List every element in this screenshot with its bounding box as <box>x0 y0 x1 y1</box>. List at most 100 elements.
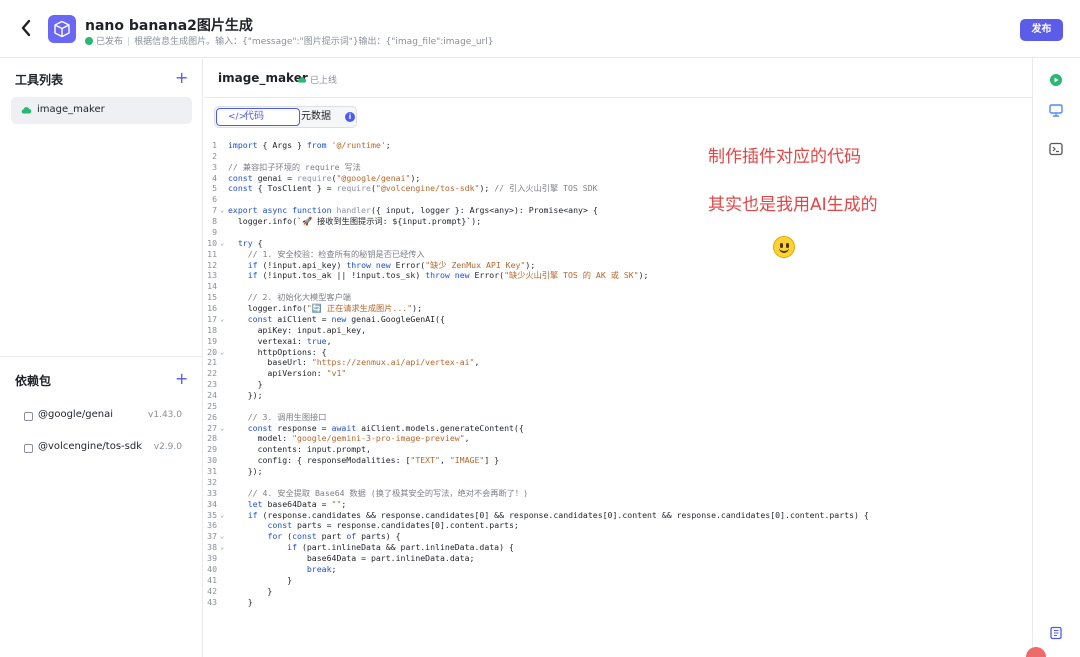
code-text: let base64Data = ""; <box>247 498 347 509</box>
code-text: const { TosClient } = require("@volcengi… <box>228 183 598 194</box>
code-line: 26 // 3. 调用生图接口 <box>204 412 1032 423</box>
line-number: 1 <box>212 140 217 150</box>
code-text: } <box>228 585 273 596</box>
code-text: if (part.inlineData && part.inlineData.d… <box>287 542 514 553</box>
code-line: 39 base64Data = part.inlineData.data; <box>204 553 1032 564</box>
tool-name: image_maker <box>218 71 308 85</box>
code-line: 5 const { TosClient } = require("@volceng… <box>204 183 1032 194</box>
line-number: 8 <box>212 216 217 227</box>
code-line: 3 // 兼容扣子环境的 require 写法 <box>204 162 1032 173</box>
code-line: 41 } <box>204 575 1032 586</box>
code-text: break; <box>306 563 337 574</box>
code-text: // 4. 安全提取 Base64 数据 (换了极其安全的写法，绝对不会再断了！… <box>247 487 529 498</box>
tab-code[interactable]: </> 代码 <box>216 108 300 126</box>
code-text: apiKey: input.api_key, <box>228 324 367 335</box>
line-number: 17 <box>207 313 217 324</box>
code-line: 40 break; <box>204 564 1032 575</box>
code-text: const genai = require("@google/genai"); <box>228 172 421 183</box>
code-text: // 兼容扣子环境的 require 写法 <box>228 161 361 172</box>
code-line: 43 } <box>204 597 1032 608</box>
info-icon[interactable]: i <box>345 112 355 122</box>
add-tool-icon[interactable]: + <box>175 70 188 86</box>
line-number: 39 <box>207 553 217 564</box>
code-line: 7 ⌄ export async function handler({ input,… <box>204 205 1032 216</box>
line-number: 18 <box>207 324 217 335</box>
code-text: export async function handler({ input, l… <box>228 205 598 216</box>
fold-icon[interactable]: ⌄ <box>220 314 224 325</box>
code-line: 36 const parts = response.candidates[0].… <box>204 520 1032 531</box>
fold-icon[interactable]: ⌄ <box>220 205 224 216</box>
app-description: 根据信息生成图片。输入：{"message":"图片提示词"}输出：{"imag… <box>134 37 494 47</box>
line-number: 14 <box>207 281 217 292</box>
code-line: 25 <box>204 401 1032 412</box>
code-text: logger.info(`🚀 接收到生图提示词: ${input.prompt}… <box>228 216 482 227</box>
code-editor[interactable]: 1 import { Args } from '@/runtime'; 2 3 // 兼… <box>204 138 1032 657</box>
line-number: 11 <box>207 248 217 259</box>
line-number: 35 <box>207 509 217 520</box>
book-icon[interactable] <box>1049 626 1063 640</box>
cloud-icon <box>21 107 32 114</box>
annotation-note: 其实也是我用AI生成的 <box>708 195 878 215</box>
monitor-icon[interactable] <box>1049 103 1063 117</box>
fold-icon[interactable]: ⌄ <box>220 238 224 249</box>
line-number: 4 <box>212 172 217 183</box>
fold-icon[interactable]: ⌄ <box>220 423 224 434</box>
code-text: if (!input.tos_ak || !input.tos_sk) thro… <box>247 270 649 281</box>
code-line: 2 <box>204 151 1032 162</box>
code-line: 17 ⌄ const aiClient = new genai.GoogleGen… <box>204 314 1032 325</box>
debug-icon[interactable] <box>1049 73 1063 87</box>
line-number: 21 <box>207 357 217 368</box>
line-number: 28 <box>207 433 217 444</box>
code-text: // 3. 调用生图接口 <box>247 411 327 422</box>
cube-icon <box>48 15 76 43</box>
right-rail <box>1032 58 1080 657</box>
terminal-icon[interactable] <box>1049 142 1063 156</box>
code-line: 19 vertexai: true, <box>204 336 1032 347</box>
code-line: 22 apiVersion: "v1" <box>204 368 1032 379</box>
line-number: 7 <box>212 205 217 216</box>
code-text: contents: input.prompt, <box>228 444 371 455</box>
fold-icon[interactable]: ⌄ <box>220 542 224 553</box>
code-text: }); <box>228 466 263 477</box>
code-text: const aiClient = new genai.GoogleGenAI({ <box>247 313 445 324</box>
code-text: model: "google/gemini-3-pro-image-previe… <box>228 433 470 444</box>
code-line: 32 <box>204 477 1032 488</box>
line-number: 43 <box>207 596 217 607</box>
code-line: 13 if (!input.tos_ak || !input.tos_sk) t… <box>204 270 1032 281</box>
line-number: 23 <box>207 379 217 390</box>
code-line: 37 ⌄ for (const part of parts) { <box>204 531 1032 542</box>
dependency-item[interactable]: @google/genai v1.43.0 <box>24 409 194 425</box>
fold-icon[interactable]: ⌄ <box>220 531 224 542</box>
code-text: const parts = response.candidates[0].con… <box>267 520 519 531</box>
editor-header: image_maker 已上线 <box>204 58 1032 98</box>
sidebar-item-image-maker[interactable]: image_maker <box>11 97 192 124</box>
code-line: 8 logger.info(`🚀 接收到生图提示词: ${input.promp… <box>204 216 1032 227</box>
dependency-item[interactable]: @volcengine/tos-sdk v2.9.0 <box>24 441 194 457</box>
top-header: nano banana2图片生成 已发布 | 根据信息生成图片。输入：{"messa… <box>0 0 1080 58</box>
cloud-icon <box>297 77 307 83</box>
line-number: 38 <box>207 542 217 553</box>
fold-icon[interactable]: ⌄ <box>220 510 224 521</box>
check-circle-icon <box>85 37 93 45</box>
line-number: 12 <box>207 259 217 270</box>
code-line: 6 <box>204 194 1032 205</box>
publish-button[interactable]: 发布 <box>1020 19 1063 41</box>
code-text: try { <box>237 237 263 248</box>
chevron-left-icon[interactable] <box>20 19 38 39</box>
add-dependency-icon[interactable]: + <box>175 371 188 387</box>
code-line: 10 ⌄ try { <box>204 238 1032 249</box>
package-icon <box>24 412 33 421</box>
code-line: 38 ⌄ if (part.inlineData && part.inlineDa… <box>204 542 1032 553</box>
line-number: 40 <box>207 563 217 574</box>
line-number: 42 <box>207 585 217 596</box>
line-number: 19 <box>207 335 217 346</box>
tools-heading: 工具列表 <box>15 73 64 87</box>
line-number: 15 <box>207 292 217 303</box>
code-line: 11 // 1. 安全校验：检查所有的秘钥是否已经传入 <box>204 249 1032 260</box>
line-number: 20 <box>207 346 217 357</box>
editor-panel: image_maker 已上线 ⊞ 元数据 i </> 代码 1 import {… <box>204 58 1032 657</box>
fold-icon[interactable]: ⌄ <box>220 347 224 358</box>
line-number: 29 <box>207 444 217 455</box>
code-text: }); <box>228 390 263 400</box>
line-number: 30 <box>207 455 217 466</box>
